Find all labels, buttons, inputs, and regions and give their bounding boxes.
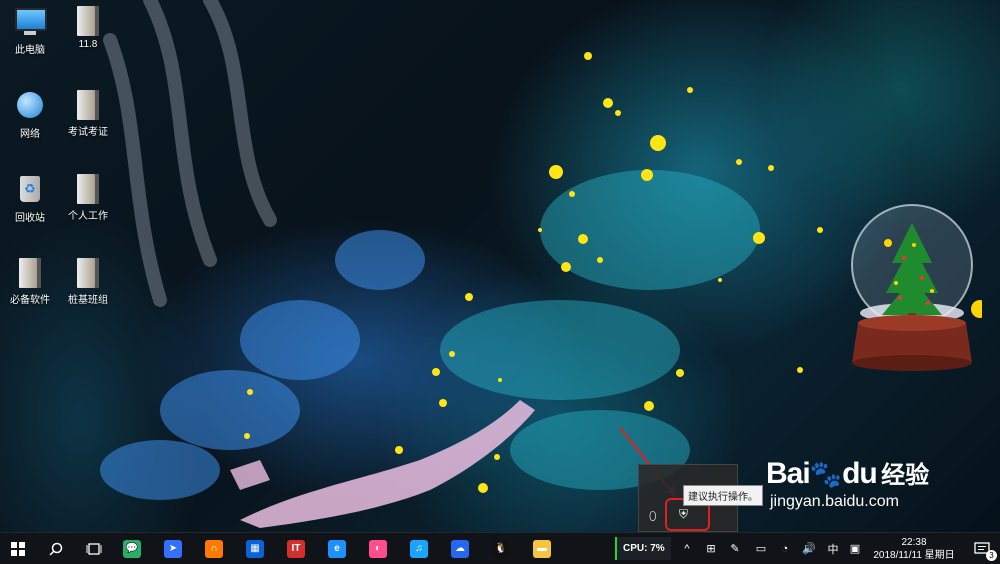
search-icon [49, 542, 63, 556]
desktop-icon-label: 桩基班组 [68, 295, 108, 306]
ie-browser-icon: e [328, 539, 346, 558]
taskbar-app-button[interactable]: ➤ [155, 533, 191, 564]
desktop-icon-label: 个人工作 [68, 211, 108, 222]
desktop-icon-label: 此电脑 [15, 45, 45, 56]
notification-count-badge: 3 [986, 550, 997, 561]
it-home-icon: IT [287, 539, 305, 558]
taskbar-app-button[interactable]: IT [278, 533, 314, 564]
qq-icon: 🐧 [492, 539, 510, 558]
taskbar-app-button[interactable]: ∩ [196, 533, 232, 564]
taskbar-app-button[interactable]: ▬ [524, 533, 560, 564]
desktop-icon-network[interactable]: 网络 [2, 90, 58, 140]
pen-tray-icon[interactable]: ✎ [724, 533, 746, 564]
folder-icon [15, 258, 45, 288]
watermark-brand-bai: Bai [766, 457, 811, 490]
uc-browser-icon: ∩ [205, 539, 223, 558]
tray-tooltip: 建议执行操作。 [683, 485, 763, 506]
wifi-icon[interactable]: ◔ [774, 533, 796, 564]
desktop-icon-this-pc[interactable]: 此电脑 [2, 6, 58, 56]
task-view-icon [86, 542, 102, 555]
desktop-icon-recycle-bin[interactable]: ♻ 回收站 [2, 174, 58, 224]
cpu-monitor[interactable]: CPU: 7% [615, 537, 671, 560]
watermark-brand-du: du [842, 457, 878, 490]
search-button[interactable] [38, 533, 74, 564]
wechat-icon: 💬 [123, 539, 141, 558]
file-explorer-icon: ▬ [533, 539, 551, 558]
taskbar-app-button[interactable]: ▦ [237, 533, 273, 564]
desktop-icon-label: 网络 [20, 129, 40, 140]
taskbar-app-button[interactable]: ☁ [442, 533, 478, 564]
360-browser-icon: ◐ [369, 539, 387, 558]
desktop-icon-zhuangji-class[interactable]: 桩基班组 [60, 258, 116, 306]
desktop-icon-exam-pass[interactable]: 考试考证 [60, 90, 116, 138]
outlook-calendar-icon: ▦ [246, 539, 264, 558]
windows-defender-icon[interactable]: ⬯ [649, 509, 657, 524]
this-pc-icon [15, 8, 47, 38]
start-button[interactable] [0, 533, 36, 564]
folder-icon [73, 90, 103, 120]
taskbar-app-button[interactable]: e [319, 533, 355, 564]
recycle-bin-icon: ♻ [15, 176, 45, 206]
folder-icon [73, 174, 103, 204]
folder-icon [73, 258, 103, 288]
taskbar-app-button[interactable]: 💬 [114, 533, 150, 564]
desktop-icon-label: 考试考证 [68, 127, 108, 138]
task-view-button[interactable] [76, 533, 112, 564]
qq-mail-icon: ♫ [410, 539, 428, 558]
paw-icon: 🐾 [809, 459, 843, 489]
folder-icon [73, 6, 103, 36]
desktop-icon-label: 必备软件 [10, 295, 50, 306]
taskbar-app-button[interactable]: ◐ [360, 533, 396, 564]
taskbar: 💬 ➤ ∩ ▦ IT e ◐ ♫ ☁ 🐧 ▬ CPU: 7% ^ ⊞ ✎ ▭ ◔ 🔊 中 ▣ 22:38 2018… [0, 532, 1000, 564]
clock-time: 22:38 [901, 537, 927, 548]
grid-tray-icon[interactable]: ⊞ [700, 533, 722, 564]
show-hidden-icons-icon[interactable]: ^ [676, 533, 698, 564]
feishu-icon: ➤ [164, 539, 182, 558]
ime-chinese-icon[interactable]: 中 [822, 533, 844, 564]
action-center-button[interactable]: 3 [964, 533, 1000, 564]
battery-icon[interactable]: ▭ [750, 533, 772, 564]
desktop-icon-label: 11.8 [78, 39, 98, 50]
watermark-url: jingyan.baidu.com [770, 493, 899, 510]
network-globe-icon [15, 92, 45, 122]
baidu-jingyan-watermark: Bai🐾du 经验 jingyan.baidu.com [766, 455, 930, 510]
desktop-icon-label: 回收站 [15, 213, 45, 224]
windows-logo-icon [11, 541, 25, 556]
desktop-icon-personal-work[interactable]: 个人工作 [60, 174, 116, 222]
desktop-icon-essential-software[interactable]: 必备软件 [2, 258, 58, 306]
watermark-brand-cn: 经验 [881, 462, 930, 489]
ime-mode-icon[interactable]: ▣ [844, 533, 866, 564]
taskbar-app-button[interactable]: ♫ [401, 533, 437, 564]
taskbar-clock[interactable]: 22:38 2018/11/11 星期日 [868, 536, 960, 562]
taskbar-app-button[interactable]: 🐧 [483, 533, 519, 564]
volume-icon[interactable]: 🔊 [798, 533, 820, 564]
desktop-icon-folder-11-8[interactable]: 11.8 [60, 6, 116, 50]
snow-globe-widget[interactable] [842, 203, 982, 373]
baidu-netdisk-icon: ☁ [451, 539, 469, 558]
clock-date: 2018/11/11 星期日 [873, 550, 955, 561]
